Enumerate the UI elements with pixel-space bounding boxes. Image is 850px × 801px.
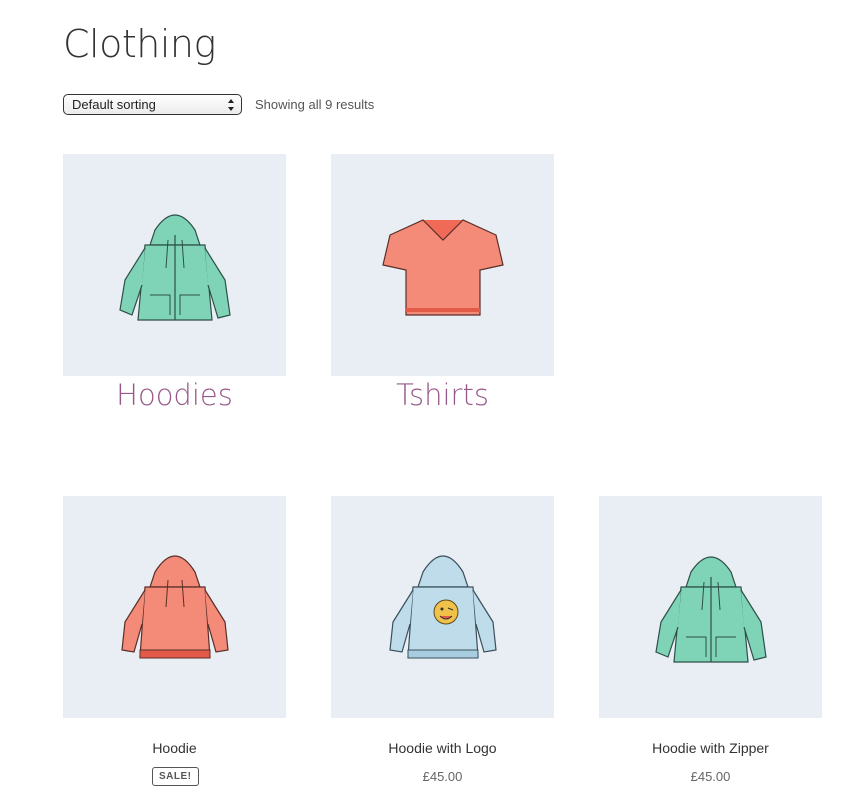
product-hoodie-with-logo-title[interactable]: Hoodie with Logo — [331, 740, 554, 756]
blue-logo-hoodie-image — [388, 555, 497, 659]
coral-tshirt-image — [381, 219, 504, 316]
product-hoodie-title[interactable]: Hoodie — [63, 740, 286, 756]
product-hoodie-with-zipper-image[interactable] — [599, 496, 822, 718]
product-hoodie-with-zipper-price: £45.00 — [690, 769, 731, 784]
category-hoodies-image[interactable] — [63, 154, 286, 376]
page-title: Clothing — [63, 22, 216, 66]
product-hoodie-with-logo-price: £45.00 — [422, 769, 463, 784]
sort-select-value: Default sorting — [72, 96, 156, 112]
category-tshirts-label[interactable]: Tshirts — [331, 378, 554, 412]
product-hoodie-with-logo-image[interactable] — [331, 496, 554, 718]
result-count: Showing all 9 results — [255, 96, 375, 112]
category-tshirts-image[interactable] — [331, 154, 554, 376]
sale-badge: SALE! — [152, 767, 199, 786]
category-hoodies-label[interactable]: Hoodies — [63, 378, 286, 412]
mint-zip-hoodie-image — [118, 214, 231, 321]
product-hoodie-with-zipper-title[interactable]: Hoodie with Zipper — [599, 740, 822, 756]
mint-zipper-hoodie-image — [654, 556, 767, 663]
shop-toolbar: Default sorting Showing all 9 results — [63, 93, 374, 115]
sort-select[interactable]: Default sorting — [63, 93, 242, 115]
coral-hoodie-image — [120, 555, 229, 659]
product-hoodie-image[interactable] — [63, 496, 286, 718]
select-arrows-icon — [228, 98, 234, 111]
